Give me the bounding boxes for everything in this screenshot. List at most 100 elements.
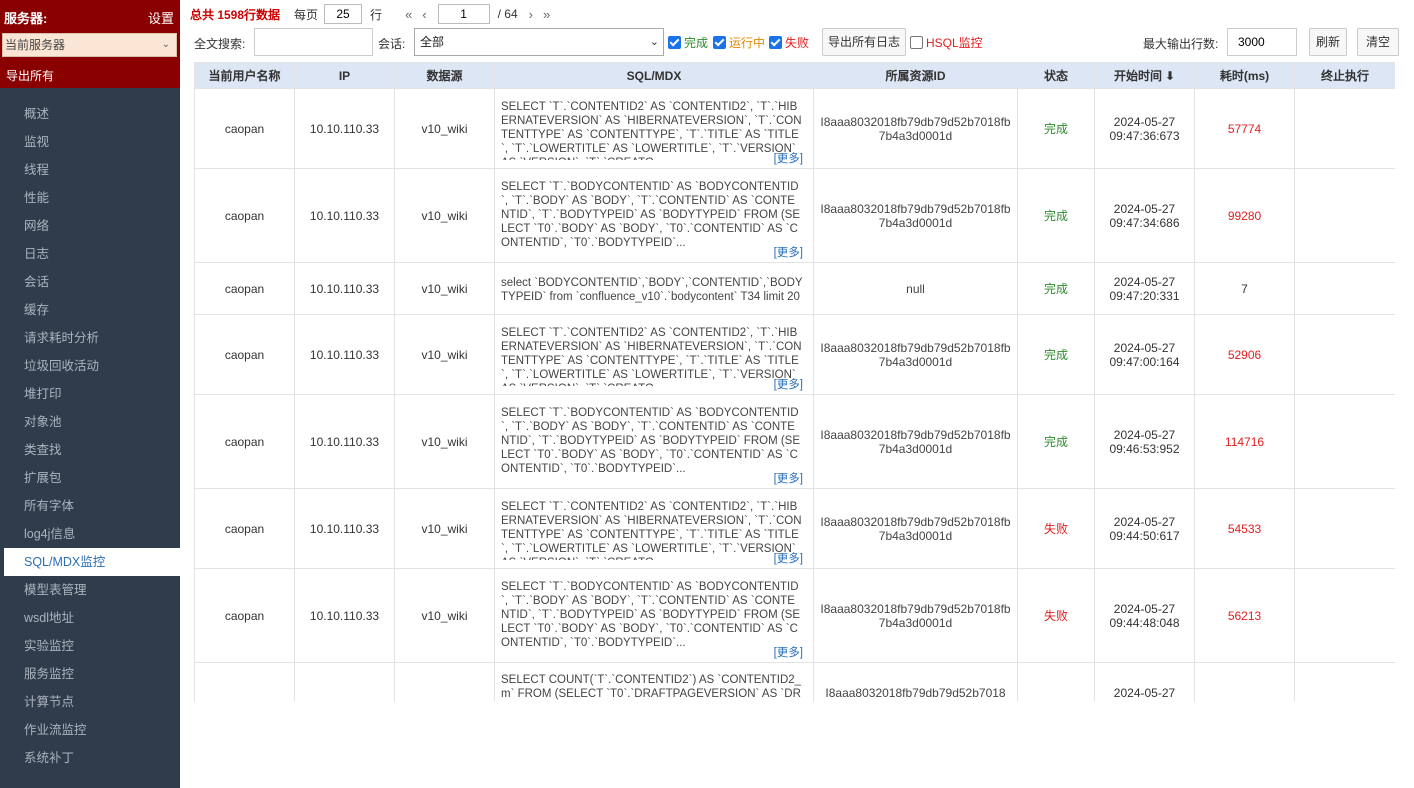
sidebar-item[interactable]: 堆打印: [0, 380, 180, 408]
cell-terminate[interactable]: [1294, 314, 1395, 395]
max-rows-input[interactable]: [1227, 28, 1297, 56]
more-link[interactable]: [更多]: [774, 472, 803, 486]
more-link[interactable]: [更多]: [774, 378, 803, 392]
cell-terminate[interactable]: [1294, 262, 1395, 315]
cell-terminate[interactable]: [1294, 394, 1395, 489]
column-header: 终止执行: [1294, 62, 1395, 89]
cell-datasource: v10_wiki: [394, 168, 495, 263]
cell-user: caopan: [194, 488, 295, 569]
cell-start-time: 2024-05-27 09:47:36:673: [1094, 88, 1195, 169]
sidebar-item[interactable]: 网络: [0, 212, 180, 240]
sidebar-item[interactable]: 系统补丁: [0, 744, 180, 772]
column-header-label: 终止执行: [1320, 69, 1369, 83]
sql-text: SELECT `T`.`BODYCONTENTID` AS `BODYCONTE…: [501, 580, 801, 649]
sidebar-item[interactable]: 线程: [0, 156, 180, 184]
cell-terminate[interactable]: [1294, 568, 1395, 663]
cell-sql: SELECT COUNT(`T`.`CONTENTID2`) AS `CONTE…: [494, 662, 814, 702]
sidebar-item[interactable]: 所有字体: [0, 492, 180, 520]
sidebar-item[interactable]: SQL/MDX监控: [4, 548, 180, 576]
cell-ip: 10.10.110.33: [294, 262, 395, 315]
cell-resource-id: I8aaa8032018fb79db79d52b7018fb7b4a3d0001…: [813, 488, 1018, 569]
sidebar-item[interactable]: 计算节点: [0, 688, 180, 716]
start-time: 09:46:53:952: [1109, 441, 1180, 456]
export-all-link[interactable]: 导出所有: [6, 67, 54, 84]
sort-desc-icon[interactable]: ⬇: [1165, 69, 1175, 83]
cell-datasource: v10_wiki: [394, 262, 495, 315]
more-link[interactable]: [更多]: [774, 246, 803, 260]
export-logs-button[interactable]: 导出所有日志: [822, 28, 906, 56]
chevron-down-icon: ⌄: [649, 36, 659, 48]
checkbox-checked-icon: [769, 36, 782, 49]
next-page-icon[interactable]: ›: [529, 7, 533, 22]
start-date: 2024-05-27: [1113, 274, 1176, 289]
sidebar-item[interactable]: 垃圾回收活动: [0, 352, 180, 380]
start-time: 09:47:00:164: [1109, 354, 1180, 369]
sidebar-item[interactable]: 监视: [0, 128, 180, 156]
cell-terminate[interactable]: [1294, 88, 1395, 169]
cell-sql: SELECT `T`.`BODYCONTENTID` AS `BODYCONTE…: [494, 168, 814, 263]
sidebar-item[interactable]: 缓存: [0, 296, 180, 324]
cell-start-time: 2024-05-27 09:44:50:617: [1094, 488, 1195, 569]
cell-status: 完成: [1017, 394, 1095, 489]
search-input[interactable]: [254, 28, 373, 56]
sidebar-item[interactable]: wsdl地址: [0, 604, 180, 632]
cell-sql: select `BODYCONTENTID`,`BODY`,`CONTENTID…: [494, 262, 814, 315]
column-header: 当前用户名称: [194, 62, 295, 89]
sidebar-item[interactable]: 性能: [0, 184, 180, 212]
sql-text: SELECT `T`.`CONTENTID2` AS `CONTENTID2`,…: [501, 326, 802, 386]
clear-button[interactable]: 清空: [1357, 28, 1399, 56]
sidebar-item[interactable]: 实验监控: [0, 632, 180, 660]
checkbox-checked-icon: [668, 36, 681, 49]
sidebar-item[interactable]: 对象池: [0, 408, 180, 436]
sidebar-item[interactable]: log4j信息: [0, 520, 180, 548]
more-link[interactable]: [更多]: [774, 152, 803, 166]
last-page-icon[interactable]: »: [543, 7, 550, 22]
sidebar-item[interactable]: 概述: [0, 100, 180, 128]
cell-user: caopan: [194, 88, 295, 169]
checkbox-failed[interactable]: 失败: [769, 34, 809, 51]
column-header: 数据源: [394, 62, 495, 89]
checkbox-checked-icon: [713, 36, 726, 49]
sql-text: SELECT `T`.`BODYCONTENTID` AS `BODYCONTE…: [501, 406, 801, 475]
cell-terminate[interactable]: [1294, 662, 1395, 702]
column-header-label: 耗时(ms): [1219, 69, 1270, 83]
column-header: IP: [294, 62, 395, 89]
start-time: 09:47:34:686: [1109, 215, 1180, 230]
start-date: 2024-05-27: [1113, 685, 1176, 700]
sidebar-item[interactable]: 作业流监控: [0, 716, 180, 744]
more-link[interactable]: [更多]: [774, 552, 803, 566]
cell-datasource: v10_wiki: [394, 568, 495, 663]
sidebar-item[interactable]: 会话: [0, 268, 180, 296]
table-row: caopan 10.10.110.33 v10_wiki SELECT `T`.`CO…: [194, 314, 1395, 395]
sidebar-item[interactable]: 请求耗时分析: [0, 324, 180, 352]
prev-page-icon[interactable]: ‹: [422, 7, 426, 22]
server-panel: 服务器: 设置 当前服务器 ⌄ 导出所有: [0, 0, 180, 88]
checkbox-running[interactable]: 运行中: [713, 34, 765, 51]
refresh-button[interactable]: 刷新: [1309, 28, 1347, 56]
sidebar-item[interactable]: 扩展包: [0, 464, 180, 492]
first-page-icon[interactable]: «: [405, 7, 412, 22]
per-page-input[interactable]: [324, 4, 363, 24]
settings-link[interactable]: 设置: [148, 8, 174, 27]
server-select[interactable]: 当前服务器 ⌄: [2, 33, 177, 57]
sidebar-item[interactable]: 模型表管理: [0, 576, 180, 604]
table-row: caopan 10.10.110.33 v10_wiki SELECT `T`.`BO…: [194, 394, 1395, 489]
column-header-label: 状态: [1043, 69, 1068, 83]
cell-terminate[interactable]: [1294, 488, 1395, 569]
sql-table: 当前用户名称 IP 数据源 SQL/MDX 所属资源ID 状态 开始时间 ⬇ 耗时(ms) 终止执…: [194, 62, 1395, 702]
sidebar-item[interactable]: 日志: [0, 240, 180, 268]
cell-terminate[interactable]: [1294, 168, 1395, 263]
checkbox-hsql[interactable]: HSQL监控: [910, 34, 983, 51]
page-input[interactable]: [437, 4, 490, 24]
checkbox-done[interactable]: 完成: [668, 34, 708, 51]
column-header[interactable]: 开始时间 ⬇: [1094, 62, 1195, 89]
sidebar-item[interactable]: 类查找: [0, 436, 180, 464]
cell-start-time: 2024-05-27 09:47:20:331: [1094, 262, 1195, 315]
more-link[interactable]: [更多]: [774, 646, 803, 660]
session-select[interactable]: 全部 ⌄: [414, 28, 664, 56]
cell-start-time: 2024-05-27 09:46:53:952: [1094, 394, 1195, 489]
sidebar-item[interactable]: 服务监控: [0, 660, 180, 688]
per-page-label: 每页: [294, 7, 319, 22]
cell-sql: SELECT `T`.`CONTENTID2` AS `CONTENTID2`,…: [494, 314, 814, 395]
start-date: 2024-05-27: [1113, 427, 1176, 442]
